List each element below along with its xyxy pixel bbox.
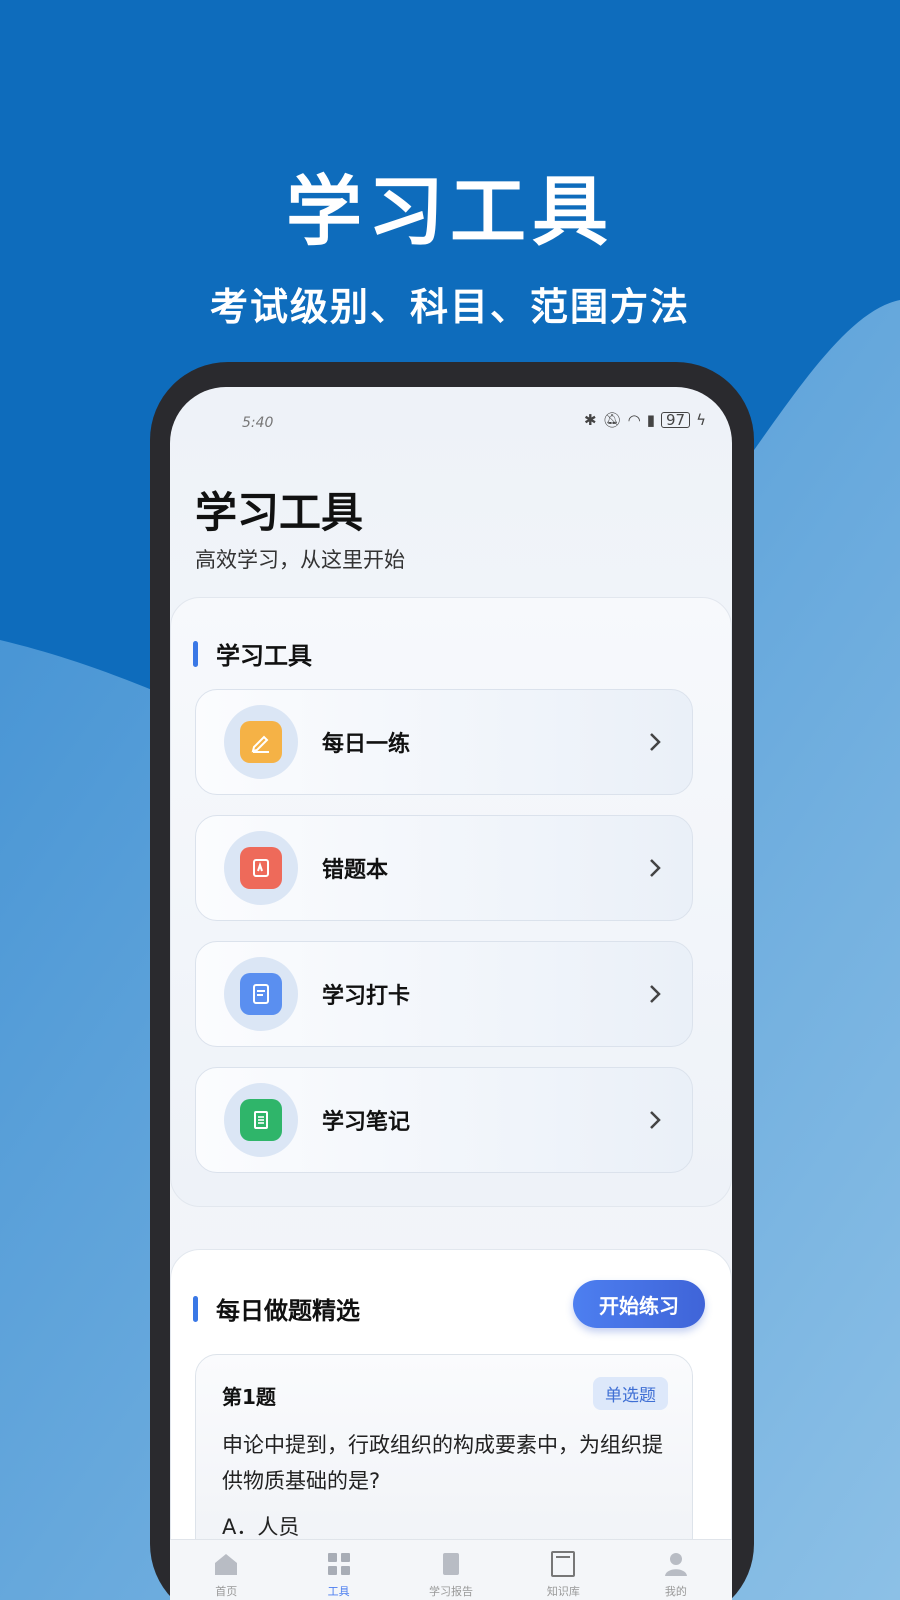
- profile-icon: [664, 1552, 687, 1576]
- daily-section-title: 每日做题精选: [216, 1297, 360, 1325]
- tool-item-notes[interactable]: 学习笔记: [195, 1067, 693, 1173]
- tab-profile[interactable]: 我的: [620, 1540, 732, 1600]
- pencil-icon: [240, 721, 282, 763]
- tab-report[interactable]: 学习报告: [395, 1540, 507, 1600]
- report-icon: [443, 1552, 460, 1575]
- tab-home[interactable]: 首页: [170, 1540, 282, 1600]
- chevron-right-icon: [650, 985, 661, 1003]
- tool-icon-circle: [224, 957, 298, 1031]
- battery-icon: 97: [661, 412, 691, 428]
- tool-icon-circle: [224, 705, 298, 779]
- bottom-tab-bar: 首页 工具 学习报告 知识库 我的: [170, 1539, 732, 1600]
- error-book-icon: [240, 847, 282, 889]
- tab-label: 我的: [664, 1584, 687, 1598]
- wifi-icon: ◠: [627, 411, 641, 429]
- checkin-icon: [240, 973, 282, 1015]
- tool-item-daily-practice[interactable]: 每日一练: [195, 689, 693, 795]
- bell-muted-icon: 🔕︎: [602, 411, 622, 429]
- tool-label: 学习打卡: [322, 984, 411, 1009]
- notes-icon: [240, 1099, 282, 1141]
- status-time: 5:40: [242, 415, 274, 431]
- tab-label: 工具: [327, 1584, 350, 1598]
- question-text: 申论中提到，行政组织的构成要素中，为组织提供物质基础的是?: [222, 1433, 663, 1493]
- status-bar: 5:40 ✱ 🔕︎ ◠ ▮ 97 ϟ: [170, 387, 732, 443]
- question-type-badge: 单选题: [593, 1377, 668, 1410]
- status-icons: ✱ 🔕︎ ◠ ▮ 97 ϟ: [584, 411, 706, 429]
- chevron-right-icon: [650, 733, 661, 751]
- tools-section-title: 学习工具: [216, 642, 312, 670]
- tool-item-error-book[interactable]: 错题本: [195, 815, 693, 921]
- tools-section-header: 学习工具: [193, 636, 312, 671]
- tool-label: 学习笔记: [322, 1110, 411, 1135]
- tool-icon-circle: [224, 831, 298, 905]
- promo-subtitle: 考试级别、科目、范围方法: [209, 285, 690, 329]
- tab-label: 学习报告: [429, 1584, 474, 1598]
- section-accent-bar: [193, 640, 198, 667]
- tool-label: 错题本: [322, 858, 389, 883]
- chevron-right-icon: [650, 859, 661, 877]
- tab-library[interactable]: 知识库: [507, 1540, 619, 1600]
- daily-section-header: 每日做题精选: [193, 1291, 360, 1326]
- tab-tools[interactable]: 工具: [282, 1540, 394, 1600]
- chevron-right-icon: [650, 1111, 661, 1129]
- tools-card: 学习工具 每日一练 错题本 学习打卡 学习笔记: [170, 597, 732, 1207]
- tool-label: 每日一练: [322, 732, 411, 757]
- tool-icon-circle: [224, 1083, 298, 1157]
- tool-item-checkin[interactable]: 学习打卡: [195, 941, 693, 1047]
- bluetooth-icon: ✱: [584, 411, 597, 429]
- start-practice-button[interactable]: 开始练习: [573, 1280, 705, 1328]
- alert-icon: ▮: [646, 411, 655, 429]
- tab-label: 首页: [215, 1584, 238, 1598]
- question-number: 第1题: [222, 1385, 276, 1409]
- page-title: 学习工具: [195, 488, 364, 537]
- phone-screen: 5:40 ✱ 🔕︎ ◠ ▮ 97 ϟ 学习工具 高效学习，从这里开始 学习工具 …: [170, 387, 732, 1600]
- tab-label: 知识库: [546, 1584, 580, 1598]
- promo-title: 学习工具: [286, 167, 614, 256]
- page-subtitle: 高效学习，从这里开始: [195, 548, 405, 572]
- tools-icon: [327, 1552, 350, 1575]
- section-accent-bar: [193, 1295, 198, 1322]
- charging-icon: ϟ: [696, 411, 706, 429]
- home-icon: [215, 1553, 238, 1575]
- question-option-a[interactable]: A．人员: [222, 1511, 299, 1541]
- library-icon: [551, 1550, 576, 1577]
